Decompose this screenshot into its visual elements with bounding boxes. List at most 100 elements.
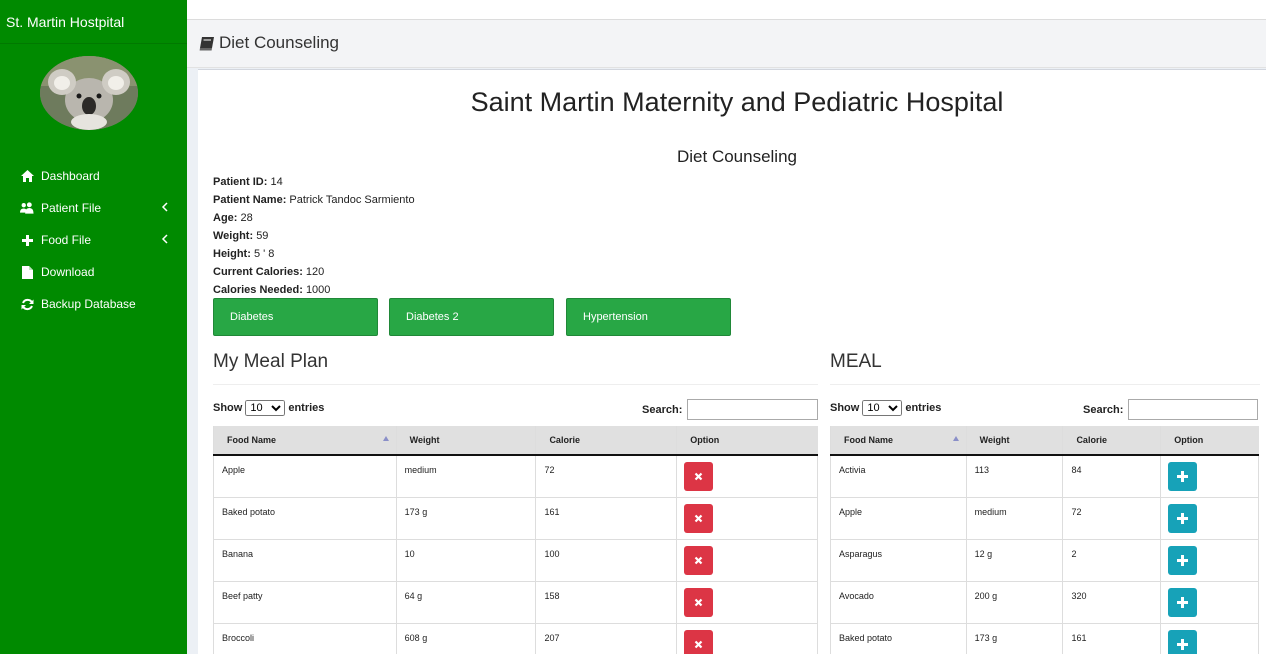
column-header-calorie[interactable]: Calorie: [535, 426, 677, 456]
users-icon: [20, 201, 34, 215]
table-row: Baked potato 173 g 161: [213, 497, 818, 540]
column-header-food-name[interactable]: Food Name: [830, 426, 967, 456]
diabetes-2-button[interactable]: Diabetes 2: [389, 298, 554, 336]
remove-food-button[interactable]: [684, 545, 714, 575]
sidebar-item-food-file[interactable]: Food File: [0, 224, 187, 256]
weight-cell: medium: [395, 455, 537, 498]
field-label: Patient ID:: [213, 176, 268, 188]
weight-row: Weight: 59: [213, 227, 415, 245]
sidebar-item-label: Dashboard: [41, 169, 100, 183]
search-label: Search:: [1083, 403, 1124, 416]
calorie-cell: 72: [1062, 497, 1162, 540]
times-icon: [694, 556, 703, 564]
calorie-cell: 84: [1062, 455, 1162, 498]
table-row: Apple medium 72: [213, 455, 818, 498]
plus-icon: [1177, 596, 1189, 608]
field-value: 5 ' 8: [253, 248, 275, 260]
column-label: Weight: [979, 435, 1010, 445]
meal-plan-search: Search:: [642, 399, 819, 420]
column-header-food-name[interactable]: Food Name: [213, 426, 397, 456]
option-cell: [1160, 623, 1259, 654]
remove-food-button[interactable]: [684, 503, 714, 533]
field-value: 1000: [305, 284, 331, 296]
column-header-weight[interactable]: Weight: [395, 426, 536, 456]
sidebar-item-backup-database[interactable]: Backup Database: [0, 288, 187, 320]
food-name-cell: Activia: [830, 455, 967, 498]
option-cell: [1160, 455, 1259, 498]
calorie-cell: 207: [535, 623, 678, 654]
plus-icon: [20, 233, 34, 247]
age-row: Age: 28: [213, 209, 415, 227]
meal-search: Search:: [1083, 399, 1259, 420]
food-name-cell: Broccoli: [213, 623, 397, 654]
plus-icon: [1177, 471, 1189, 482]
sidebar-item-label: Food File: [41, 233, 92, 247]
column-label: Food Name: [227, 435, 277, 445]
table-header-row: Food Name Weight Calorie Option: [213, 426, 818, 456]
field-value: 120: [305, 266, 325, 278]
add-food-button[interactable]: [1168, 629, 1198, 654]
divider: [830, 384, 1260, 385]
column-label: Option: [690, 435, 720, 445]
file-icon: [20, 265, 34, 279]
times-icon: [694, 598, 703, 606]
calories-needed-row: Calories Needed: 1000: [213, 281, 415, 299]
patient-name-row: Patient Name: Patrick Tandoc Sarmiento: [213, 191, 415, 209]
current-calories-row: Current Calories: 120: [213, 263, 415, 281]
hypertension-button[interactable]: Hypertension: [566, 298, 731, 336]
option-cell: [676, 581, 818, 624]
home-icon: [20, 169, 34, 183]
field-label: Weight:: [213, 230, 254, 242]
times-icon: [694, 514, 703, 522]
sidebar-item-dashboard[interactable]: Dashboard: [0, 160, 187, 192]
times-icon: [694, 472, 703, 481]
food-name-cell: Apple: [830, 497, 967, 540]
add-food-button[interactable]: [1168, 587, 1198, 617]
height-row: Height: 5 ' 8: [213, 245, 415, 263]
column-header-option: Option: [1160, 426, 1259, 456]
add-food-button[interactable]: [1168, 462, 1198, 491]
add-food-button[interactable]: [1168, 503, 1198, 533]
table-row: Avocado 200 g 320: [830, 581, 1259, 624]
field-label: Patient Name:: [213, 194, 287, 206]
entries-label: entries: [288, 402, 325, 414]
weight-cell: 173 g: [965, 623, 1064, 654]
option-cell: [1160, 539, 1259, 582]
sidebar-item-download[interactable]: Download: [0, 256, 187, 288]
remove-food-button[interactable]: [684, 462, 714, 491]
field-value: 59: [256, 230, 269, 242]
meal-search-input[interactable]: [1128, 399, 1259, 420]
brand-title[interactable]: St. Martin Hostpital: [0, 0, 187, 44]
weight-cell: medium: [965, 497, 1064, 540]
sidebar-item-label: Download: [41, 265, 95, 279]
meal-plan-search-input[interactable]: [687, 399, 819, 420]
column-header-option: Option: [676, 426, 818, 456]
meal-plan-page-size-select[interactable]: 10: [245, 400, 286, 416]
remove-food-button[interactable]: [684, 587, 714, 617]
times-icon: [694, 640, 703, 648]
meal-page-size-select[interactable]: 10: [862, 400, 903, 416]
column-header-calorie[interactable]: Calorie: [1062, 426, 1161, 456]
calorie-cell: 72: [535, 455, 678, 498]
column-label: Calorie: [1076, 435, 1107, 445]
add-food-button[interactable]: [1168, 545, 1198, 575]
plus-icon: [1177, 638, 1189, 650]
chevron-left-icon: [161, 233, 171, 247]
remove-food-button[interactable]: [684, 629, 714, 654]
page-title-text: Diet Counseling: [219, 33, 340, 52]
weight-cell: 200 g: [965, 581, 1064, 624]
table-row: Asparagus 12 g 2: [830, 539, 1259, 582]
diabetes-button[interactable]: Diabetes: [213, 298, 378, 336]
column-header-weight[interactable]: Weight: [965, 426, 1063, 456]
sidebar-item-label: Backup Database: [41, 297, 136, 311]
sidebar-item-patient-file[interactable]: Patient File: [0, 192, 187, 224]
show-label: Show: [830, 402, 860, 414]
avatar: [40, 56, 138, 130]
chevron-left-icon: [161, 201, 171, 215]
option-cell: [676, 497, 818, 540]
patient-id-row: Patient ID: 14: [213, 173, 415, 191]
entries-label: entries: [905, 402, 942, 414]
meal-plan-length-control: Show 10 entries: [213, 400, 324, 416]
plus-icon: [1177, 512, 1189, 524]
column-label: Calorie: [549, 435, 580, 445]
